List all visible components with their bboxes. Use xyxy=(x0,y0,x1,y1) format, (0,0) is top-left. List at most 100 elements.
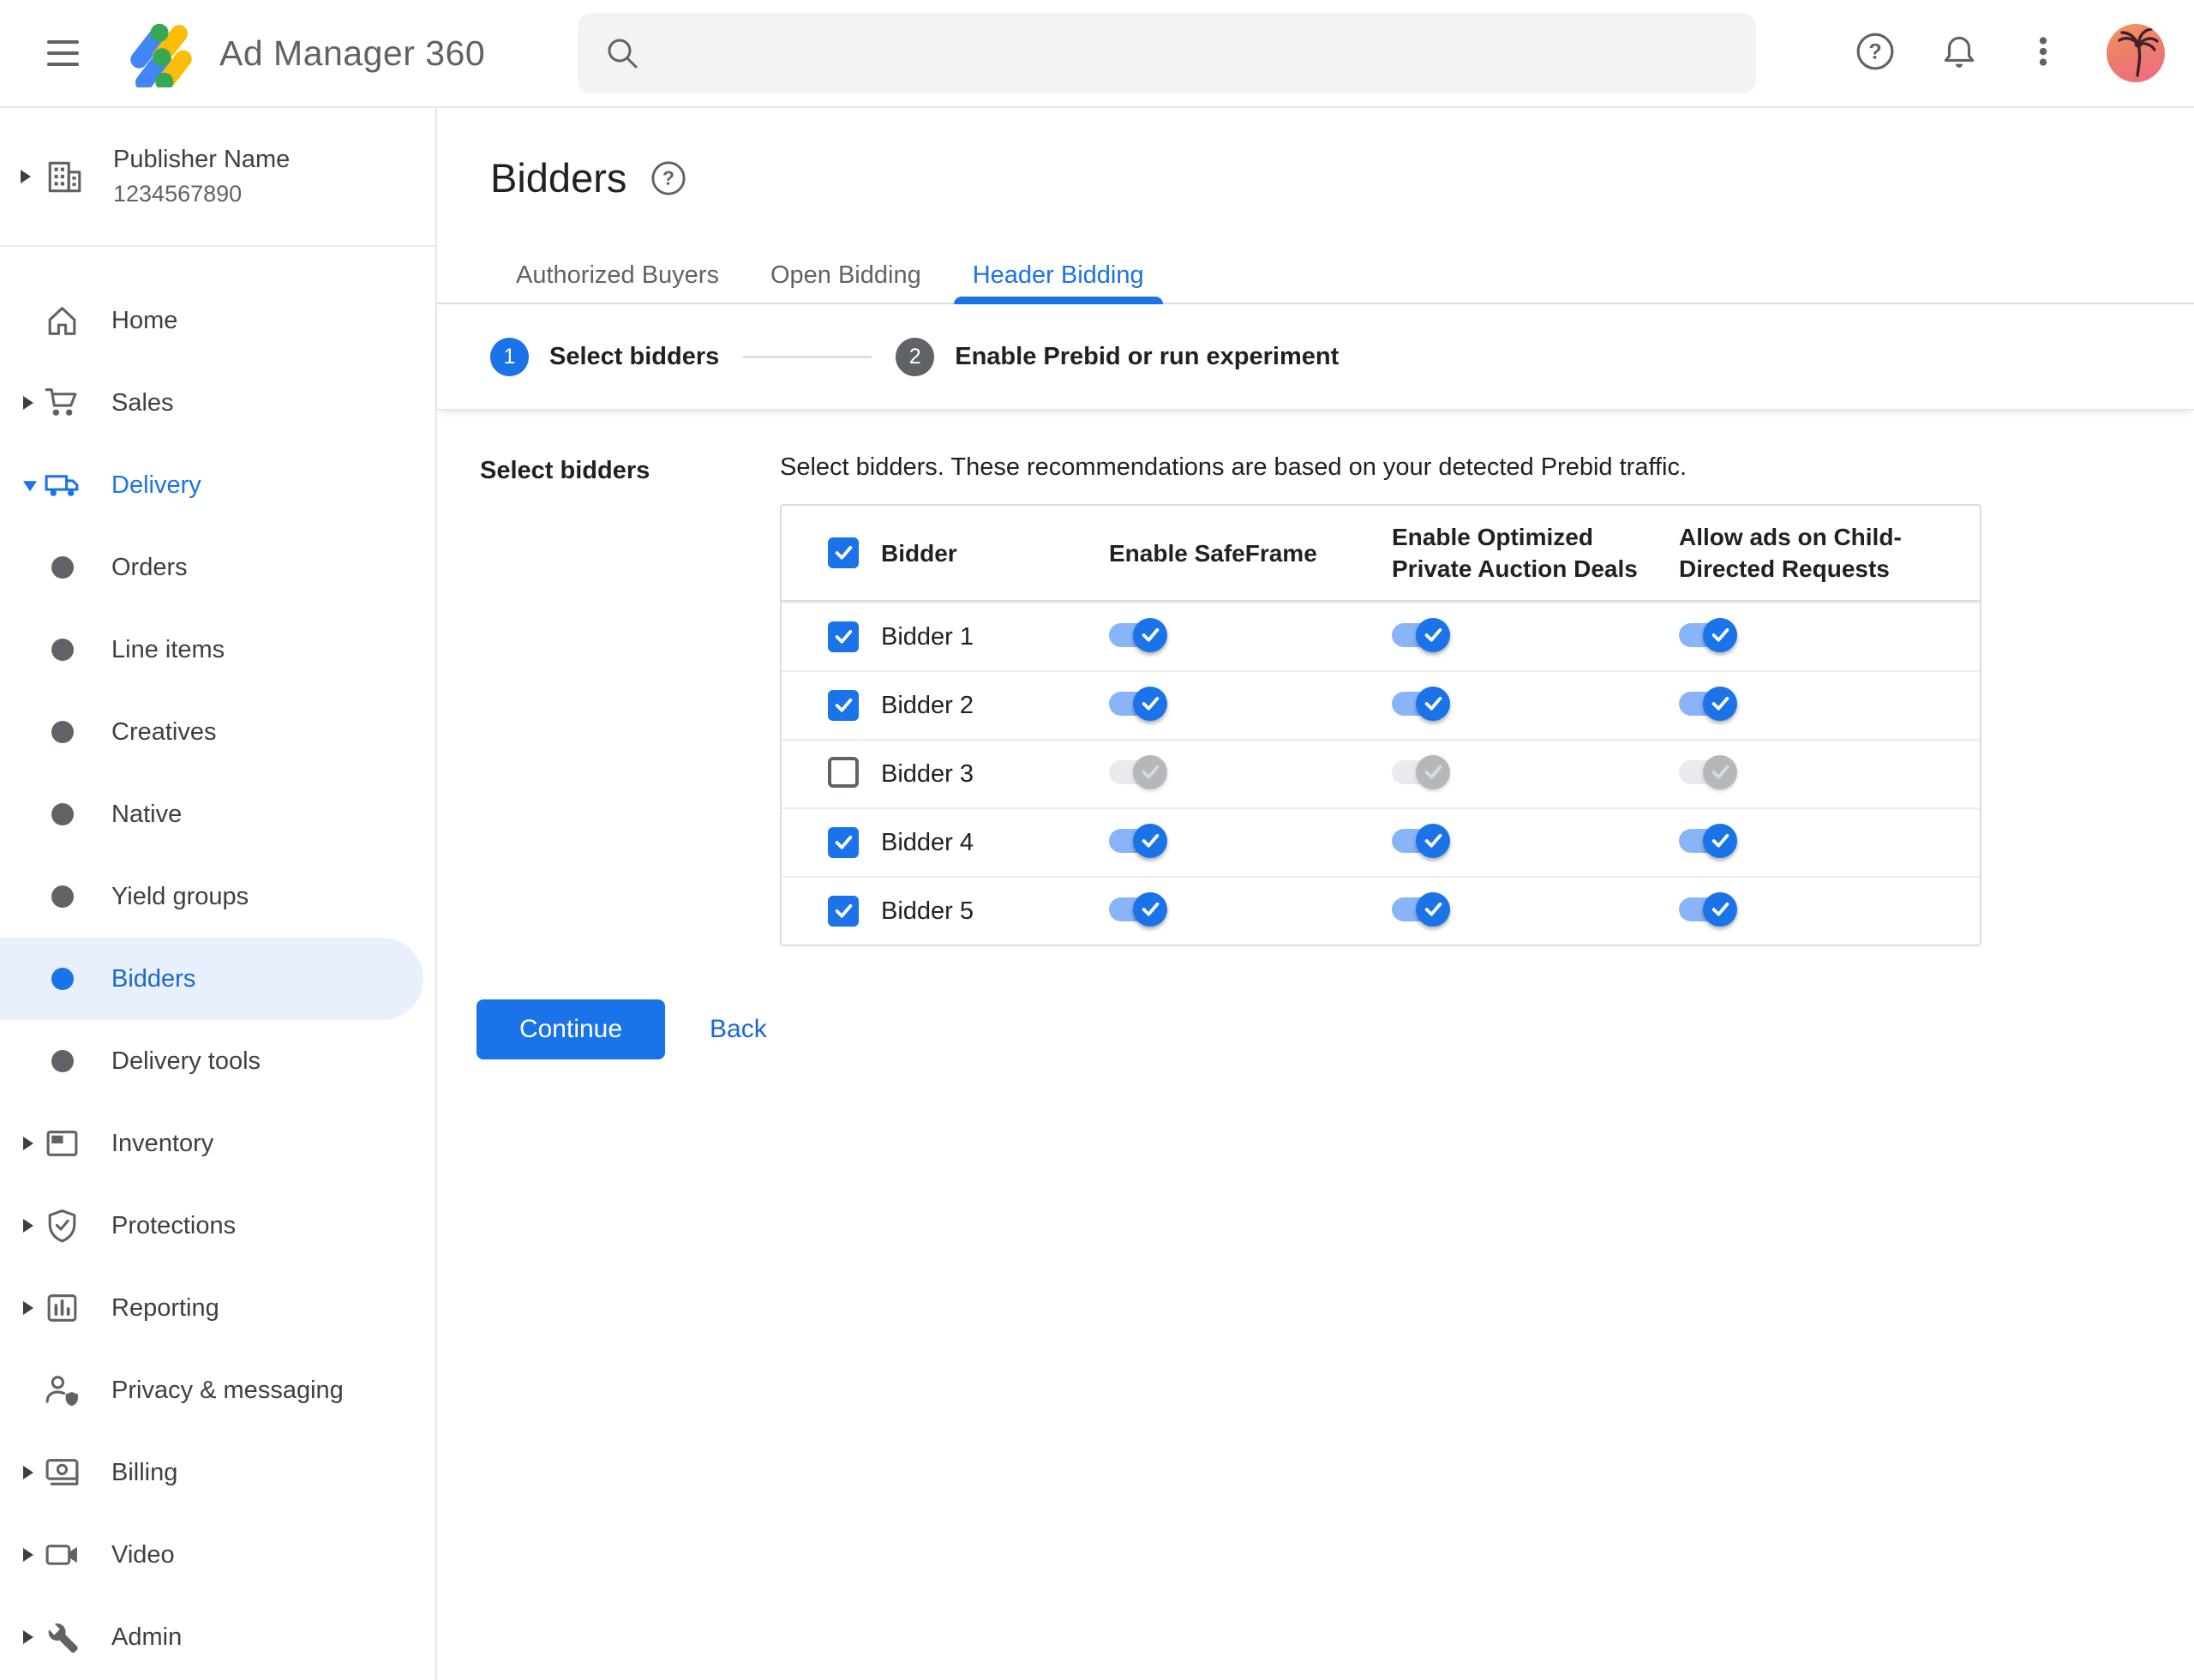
toggle-enable-safeframe[interactable] xyxy=(1109,754,1167,789)
table-row-bidder-4: Bidder 4 xyxy=(782,807,1980,876)
avatar[interactable] xyxy=(2107,24,2165,82)
sidebar-item-admin[interactable]: Admin xyxy=(0,1596,435,1678)
sidebar-item-reporting[interactable]: Reporting xyxy=(0,1267,435,1349)
select-all-checkbox[interactable] xyxy=(828,537,859,568)
sidebar-item-label: Video xyxy=(111,1540,175,1569)
toggle-thumb xyxy=(1416,823,1450,858)
person-shield-icon xyxy=(43,1371,81,1410)
sidebar-item-privacy-messaging[interactable]: Privacy & messaging xyxy=(0,1349,435,1431)
tab-open-bidding[interactable]: Open Bidding xyxy=(745,248,947,303)
toggle-enable-optimized-deals[interactable] xyxy=(1392,754,1450,789)
tab-authorized-buyers[interactable]: Authorized Buyers xyxy=(490,248,745,303)
caret-right-icon xyxy=(23,1301,33,1315)
sidebar-item-label: Protections xyxy=(111,1211,237,1239)
more-options-button[interactable] xyxy=(2023,33,2064,74)
sidebar-item-bidders[interactable]: Bidders xyxy=(0,938,435,1020)
bidder-name: Bidder 4 xyxy=(881,828,974,856)
toggle-thumb xyxy=(1703,686,1737,721)
search-input[interactable] xyxy=(662,39,1731,68)
notifications-button[interactable] xyxy=(1939,33,1980,74)
top-app-bar: Ad Manager 360 ? xyxy=(0,0,2194,108)
sidebar-item-label: Privacy & messaging xyxy=(111,1376,344,1404)
bidders-table: Bidder Enable SafeFrame Enable Optimized P… xyxy=(780,504,1981,946)
toggle-enable-optimized-deals[interactable] xyxy=(1392,891,1450,927)
column-header-optimized-deals: Enable Optimized Private Auction Deals xyxy=(1392,524,1638,582)
publisher-selector[interactable]: Publisher Name 1234567890 xyxy=(0,108,435,247)
step-1[interactable]: 1 Select bidders xyxy=(490,337,720,376)
ad-manager-logo-icon xyxy=(127,19,195,92)
sidebar-item-label: Sales xyxy=(111,388,174,417)
sidebar-item-label: Line items xyxy=(111,635,225,663)
toggle-enable-optimized-deals[interactable] xyxy=(1392,823,1450,858)
caret-down-icon xyxy=(23,481,37,492)
sidebar-item-native[interactable]: Native xyxy=(0,773,435,855)
row-checkbox[interactable] xyxy=(828,689,859,721)
truck-icon xyxy=(43,466,81,505)
inventory-icon xyxy=(43,1125,81,1163)
publisher-name: Publisher Name xyxy=(113,146,291,173)
sidebar-item-protections[interactable]: Protections xyxy=(0,1185,435,1267)
sidebar-nav: Home Sales Delivery Orders Line items Creativ… xyxy=(0,247,435,1678)
sidebar-item-video[interactable]: Video xyxy=(0,1514,435,1596)
bullet-icon xyxy=(51,721,74,743)
table-row-bidder-1: Bidder 1 xyxy=(782,602,1980,670)
toggle-thumb xyxy=(1703,617,1737,652)
tab-header-bidding[interactable]: Header Bidding xyxy=(947,248,1170,304)
caret-right-icon xyxy=(23,1630,33,1644)
section-label: Select bidders xyxy=(480,457,650,484)
toggle-allow-child-directed[interactable] xyxy=(1679,823,1737,858)
sidebar-item-delivery-tools[interactable]: Delivery tools xyxy=(0,1020,435,1102)
caret-right-icon xyxy=(23,1137,33,1150)
bidder-name: Bidder 3 xyxy=(881,759,974,788)
sidebar-item-label: Creatives xyxy=(111,717,217,746)
column-header-child-directed: Allow ads on Child-Directed Requests xyxy=(1679,524,1902,582)
toggle-thumb xyxy=(1703,754,1737,789)
tab-bar: Authorized Buyers Open Bidding Header Bidd… xyxy=(437,248,2194,304)
toggle-enable-safeframe[interactable] xyxy=(1109,617,1167,652)
row-checkbox[interactable] xyxy=(828,756,859,788)
page-help-icon[interactable]: ? xyxy=(650,160,686,196)
sidebar-item-delivery[interactable]: Delivery xyxy=(0,444,435,526)
toggle-allow-child-directed[interactable] xyxy=(1679,686,1737,721)
caret-right-icon xyxy=(23,1466,33,1479)
toggle-allow-child-directed[interactable] xyxy=(1679,891,1737,927)
sidebar-item-line-items[interactable]: Line items xyxy=(0,609,435,691)
toggle-thumb xyxy=(1416,891,1450,927)
help-button[interactable]: ? xyxy=(1855,33,1896,74)
back-button[interactable]: Back xyxy=(710,1015,767,1044)
continue-button[interactable]: Continue xyxy=(477,999,665,1059)
toggle-enable-safeframe[interactable] xyxy=(1109,891,1167,927)
toggle-enable-optimized-deals[interactable] xyxy=(1392,617,1450,652)
step-label: Select bidders xyxy=(549,342,720,370)
sidebar-item-sales[interactable]: Sales xyxy=(0,362,435,444)
sidebar-item-label: Delivery xyxy=(111,471,201,499)
sidebar-item-label: Billing xyxy=(111,1458,178,1486)
money-icon xyxy=(43,1454,81,1492)
menu-hamburger-icon[interactable] xyxy=(47,40,79,66)
toggle-allow-child-directed[interactable] xyxy=(1679,617,1737,652)
top-actions: ? xyxy=(1855,24,2194,82)
step-number-badge: 2 xyxy=(896,337,935,376)
sidebar-item-orders[interactable]: Orders xyxy=(0,526,435,609)
toggle-enable-optimized-deals[interactable] xyxy=(1392,686,1450,721)
sidebar-item-billing[interactable]: Billing xyxy=(0,1431,435,1514)
caret-right-icon xyxy=(23,396,33,410)
table-row-bidder-5: Bidder 5 xyxy=(782,876,1980,945)
row-checkbox[interactable] xyxy=(828,895,859,927)
svg-text:?: ? xyxy=(1868,39,1881,63)
sidebar-item-yield-groups[interactable]: Yield groups xyxy=(0,855,435,938)
sidebar-item-creatives[interactable]: Creatives xyxy=(0,691,435,773)
search-icon xyxy=(603,34,641,72)
sidebar-item-label: Native xyxy=(111,800,183,828)
search-bar[interactable] xyxy=(578,13,1757,93)
sidebar-item-home[interactable]: Home xyxy=(0,279,435,362)
sidebar-item-inventory[interactable]: Inventory xyxy=(0,1102,435,1185)
bullet-icon xyxy=(51,556,74,579)
toggle-allow-child-directed[interactable] xyxy=(1679,754,1737,789)
step-2[interactable]: 2 Enable Prebid or run experiment xyxy=(896,337,1339,376)
svg-text:?: ? xyxy=(662,166,674,189)
row-checkbox[interactable] xyxy=(828,826,859,858)
row-checkbox[interactable] xyxy=(828,621,859,652)
toggle-enable-safeframe[interactable] xyxy=(1109,823,1167,858)
toggle-enable-safeframe[interactable] xyxy=(1109,686,1167,721)
